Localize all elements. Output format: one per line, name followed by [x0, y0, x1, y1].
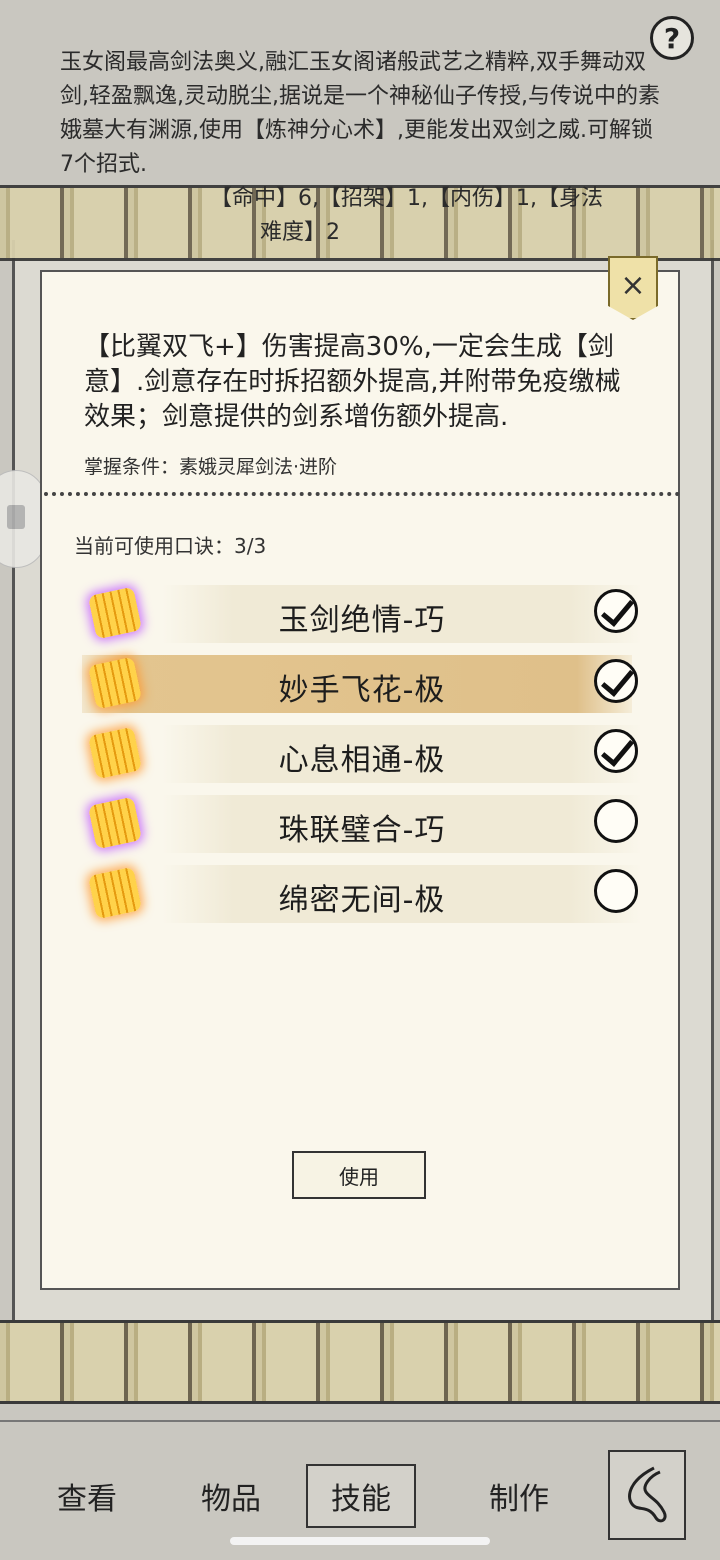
koujue-name: 心息相通-极 — [278, 743, 446, 778]
skill-stats-text: 【命中】6,【招架】1,【内伤】1,【身法 — [210, 186, 603, 211]
tab-view[interactable]: 查看 — [32, 1464, 142, 1528]
koujue-name: 玉剑绝情-巧 — [278, 603, 446, 638]
help-icon: ? — [663, 21, 681, 55]
skill-description-text: 玉女阁最高剑法奥义,融汇玉女阁诸般武艺之精粹,双手舞动双剑,轻盈飘逸,灵动脱尘,… — [60, 50, 660, 177]
koujue-row[interactable]: 绵密无间-极 — [82, 863, 642, 925]
tab-skills[interactable]: 技能 — [306, 1464, 416, 1528]
scroll-roll-bottom — [0, 1320, 720, 1404]
help-button[interactable]: ? — [650, 16, 694, 60]
koujue-row[interactable]: 玉剑绝情-巧 — [82, 583, 642, 645]
tab-items[interactable]: 物品 — [176, 1464, 286, 1528]
checkbox-checked[interactable] — [594, 729, 638, 773]
effect-description: 【比翼双飞+】伤害提高30%,一定会生成【剑意】.剑意存在时拆招额外提高,并附带… — [84, 332, 621, 432]
koujue-row[interactable]: 心息相通-极 — [82, 723, 642, 785]
checkbox-checked[interactable] — [594, 589, 638, 633]
koujue-name: 妙手飞花-极 — [278, 673, 446, 708]
back-button[interactable] — [608, 1450, 686, 1540]
checkbox-unchecked[interactable] — [594, 799, 638, 843]
checkbox-checked[interactable] — [594, 659, 638, 703]
skill-description: 玉女阁最高剑法奥义,融汇玉女阁诸般武艺之精粹,双手舞动双剑,轻盈飘逸,灵动脱尘,… — [60, 46, 660, 250]
mastery-condition: 掌握条件：素娥灵犀剑法·进阶 — [84, 456, 338, 478]
home-indicator — [230, 1537, 490, 1545]
koujue-name: 珠联璧合-巧 — [278, 813, 446, 848]
divider — [44, 492, 680, 496]
checkbox-unchecked[interactable] — [594, 869, 638, 913]
use-button[interactable]: 使用 — [292, 1151, 426, 1199]
back-arrow-icon — [628, 1466, 667, 1523]
bottom-nav: 查看 物品 技能 制作 — [0, 1420, 720, 1560]
tab-crafting[interactable]: 制作 — [464, 1464, 574, 1528]
drawer-icon — [7, 505, 25, 529]
koujue-row-selected[interactable]: 妙手飞花-极 — [82, 653, 642, 715]
skill-difficulty-text: 难度】2 — [260, 220, 340, 245]
koujue-row[interactable]: 珠联璧合-巧 — [82, 793, 642, 855]
koujue-count: 当前可使用口诀：3/3 — [74, 534, 267, 558]
close-icon: × — [620, 268, 646, 303]
koujue-name: 绵密无间-极 — [278, 883, 446, 918]
